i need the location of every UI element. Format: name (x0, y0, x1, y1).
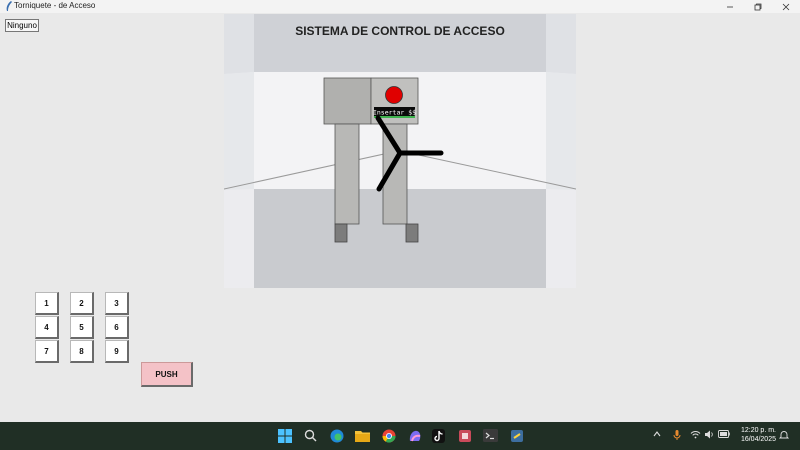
tray-microphone-button[interactable] (673, 430, 681, 444)
right-wall (546, 72, 576, 190)
feather-app-icon (6, 1, 12, 11)
tiktok-icon (432, 428, 445, 443)
keypad-key-4[interactable]: 4 (35, 316, 59, 339)
close-icon (782, 3, 790, 10)
windows-start-button[interactable] (276, 427, 293, 444)
close-button[interactable] (772, 0, 800, 13)
tray-wifi-button[interactable] (690, 430, 701, 442)
taskbar-clock[interactable]: 12:20 p. m. 16/04/2025 (741, 426, 776, 444)
left-floor-edge (224, 189, 254, 288)
status-indicator-light (385, 86, 403, 104)
edge-browser-icon (330, 429, 343, 442)
taskbar-python-button[interactable] (508, 427, 525, 444)
taskbar-edge-button[interactable] (328, 427, 345, 444)
keypad-key-2[interactable]: 2 (70, 292, 94, 315)
notification-icon (778, 431, 790, 439)
keypad-key-1[interactable]: 1 (35, 292, 59, 315)
window-titlebar: Torniquete - de Acceso (0, 0, 800, 13)
taskbar-copilot-button[interactable] (406, 427, 423, 444)
coin-slot-label: Insertar $$ (373, 109, 416, 117)
windows-taskbar: 12:20 p. m. 16/04/2025 (0, 422, 800, 450)
tray-volume-button[interactable] (704, 430, 715, 442)
maximize-button[interactable] (744, 0, 772, 13)
turnstile-foot-right (405, 223, 419, 243)
keypad-key-5[interactable]: 5 (70, 316, 94, 339)
keypad-key-8[interactable]: 8 (70, 340, 94, 363)
taskbar-app-button[interactable] (456, 427, 473, 444)
taskbar-chrome-button[interactable] (380, 427, 397, 444)
window-title: Torniquete - de Acceso (14, 1, 96, 10)
ceiling (254, 14, 546, 72)
turnstile-head-left (323, 77, 372, 125)
keypad-key-9[interactable]: 9 (105, 340, 129, 363)
right-floor-edge (546, 189, 576, 288)
option-menu-button[interactable]: Ninguno (5, 19, 39, 32)
turnstile-post-left (334, 123, 360, 225)
battery-icon (718, 430, 730, 438)
tray-overflow-button[interactable] (653, 430, 661, 441)
search-icon (304, 429, 317, 442)
python-icon (510, 429, 523, 442)
minimize-button[interactable] (716, 0, 744, 13)
wifi-icon (690, 431, 701, 439)
chevron-up-icon (653, 431, 661, 437)
right-upper-wall (546, 14, 576, 74)
clock-date: 16/04/2025 (740, 436, 776, 443)
copilot-icon (409, 430, 420, 441)
keypad-key-7[interactable]: 7 (35, 340, 59, 363)
taskbar-search-button[interactable] (302, 427, 319, 444)
chrome-icon (382, 429, 395, 442)
push-button[interactable]: PUSH (141, 362, 193, 387)
microphone-icon (673, 430, 681, 440)
keypad-key-6[interactable]: 6 (105, 316, 129, 339)
app-icon (458, 429, 471, 442)
left-upper-wall (224, 14, 254, 74)
minimize-icon (727, 6, 733, 7)
taskbar-terminal-button[interactable] (482, 427, 499, 444)
keypad-key-3[interactable]: 3 (105, 292, 129, 315)
clock-time: 12:20 p. m. (740, 427, 776, 434)
taskbar-explorer-button[interactable] (354, 427, 371, 444)
windows-start-icon (277, 428, 292, 443)
volume-icon (705, 430, 713, 439)
tray-notification-button[interactable] (778, 430, 790, 443)
file-explorer-icon (355, 431, 370, 442)
left-wall (224, 72, 254, 190)
tray-battery-button[interactable] (718, 430, 730, 441)
turnstile-canvas: SISTEMA DE CONTROL DE ACCESO Insertar $$ (224, 14, 576, 288)
taskbar-tiktok-button[interactable] (430, 427, 447, 444)
restore-icon (754, 3, 762, 10)
scene-heading: SISTEMA DE CONTROL DE ACCESO (295, 24, 505, 38)
terminal-icon (483, 429, 498, 442)
turnstile-foot-left (334, 223, 348, 243)
